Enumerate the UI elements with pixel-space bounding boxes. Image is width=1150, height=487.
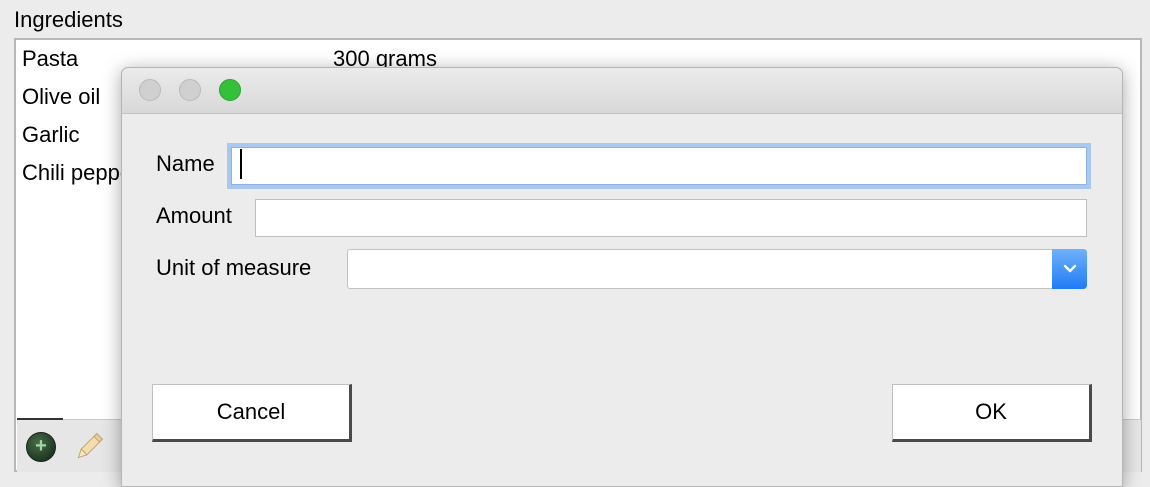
cancel-button[interactable]: Cancel: [152, 384, 352, 442]
ingredient-name: Garlic: [22, 122, 80, 147]
unit-select[interactable]: [347, 249, 1087, 289]
text-caret: [240, 149, 242, 179]
unit-dropdown-button[interactable]: [1052, 249, 1087, 289]
amount-label: Amount: [156, 203, 232, 228]
ok-button[interactable]: OK: [892, 384, 1092, 442]
plus-circle-icon: +: [26, 432, 56, 462]
add-ingredient-button[interactable]: +: [19, 426, 63, 468]
ingredient-name: Pasta: [22, 46, 79, 71]
unit-label: Unit of measure: [156, 255, 312, 280]
ingredients-title: Ingredients: [14, 7, 123, 32]
minimize-window-button[interactable]: [179, 79, 201, 101]
amount-field[interactable]: [255, 199, 1087, 237]
edit-ingredient-button[interactable]: [67, 426, 111, 468]
name-label: Name: [156, 151, 215, 176]
chevron-down-icon: [1063, 264, 1076, 273]
ingredient-name: Olive oil: [22, 84, 101, 109]
name-field[interactable]: [231, 147, 1087, 185]
pencil-icon: [77, 432, 104, 459]
close-window-button[interactable]: [139, 79, 161, 101]
toolbar-selection-indicator: [17, 418, 63, 420]
dialog-titlebar[interactable]: [122, 68, 1122, 114]
zoom-window-button[interactable]: [219, 79, 241, 101]
